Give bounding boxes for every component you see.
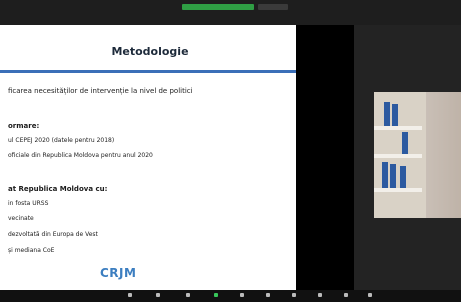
crjm-logo: CRJM: [100, 266, 144, 284]
view-options-button[interactable]: [258, 4, 288, 10]
shared-slide: Metodologie ficarea necesităților de int…: [0, 25, 296, 290]
slide-line-2: ormare:: [8, 122, 40, 130]
slide-line-6: in fosta URSS: [8, 200, 49, 207]
slide-line-7: vecinate: [8, 215, 34, 222]
binder: [390, 164, 396, 188]
mic-icon[interactable]: [128, 293, 132, 297]
slide-line-4: oficiale din Republica Moldova pentru an…: [8, 152, 153, 159]
slide-line-8: dezvoltată din Europa de Vest: [8, 231, 98, 238]
slide-line-3: ul CEPEJ 2020 (datele pentru 2018): [8, 137, 115, 144]
binder: [400, 166, 406, 188]
title-rule: [0, 70, 296, 73]
binder: [384, 102, 390, 126]
security-icon[interactable]: [186, 293, 190, 297]
binder: [392, 104, 398, 126]
meeting-toolbar: [0, 290, 461, 302]
record-icon[interactable]: [292, 293, 296, 297]
more-icon[interactable]: [344, 293, 348, 297]
slide-line-5: at Republica Moldova cu:: [8, 185, 108, 193]
shelf: [374, 154, 422, 158]
shelf: [374, 126, 422, 130]
participants-icon[interactable]: [240, 293, 244, 297]
share-screen-icon[interactable]: [214, 293, 218, 297]
participant-face: [426, 92, 461, 218]
binder: [382, 162, 388, 188]
logo-text: CRJM: [100, 266, 137, 280]
chat-icon[interactable]: [266, 293, 270, 297]
video-gap: [296, 25, 354, 290]
screen-share-banner[interactable]: [182, 4, 254, 10]
slide-title: Metodologie: [111, 45, 189, 58]
slide-line-1: ficarea necesităților de intervenție la …: [8, 87, 193, 95]
participant-video[interactable]: [374, 92, 461, 218]
video-icon[interactable]: [156, 293, 160, 297]
binder: [402, 132, 408, 154]
reactions-icon[interactable]: [318, 293, 322, 297]
slide-line-9: și mediana CoE: [8, 247, 55, 254]
leave-icon[interactable]: [368, 293, 372, 297]
shelf: [374, 188, 422, 192]
